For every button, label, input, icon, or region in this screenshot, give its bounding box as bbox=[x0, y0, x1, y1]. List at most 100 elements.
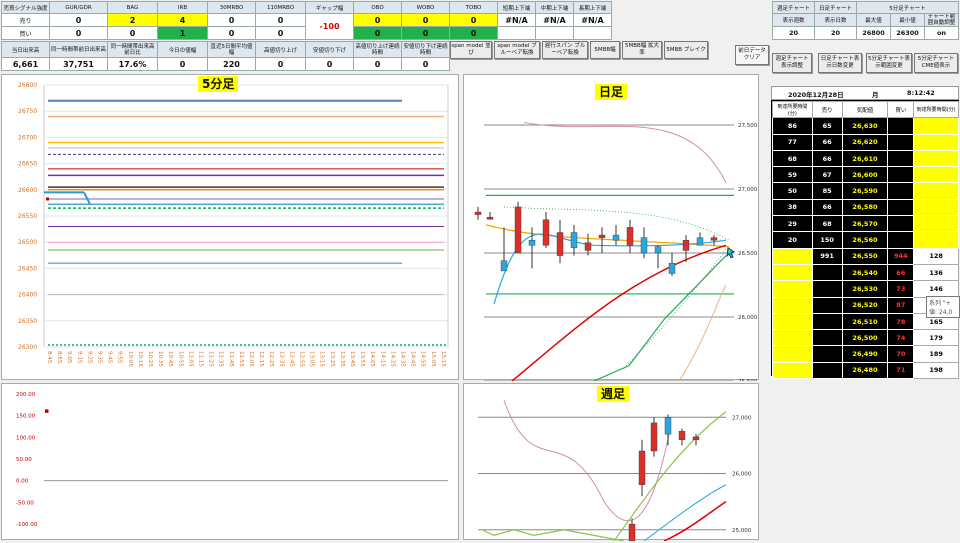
header-cell: 直近5日間平均値幅 bbox=[207, 41, 256, 58]
bb-width-expansion-button[interactable]: 5MBB幅 拡大率 bbox=[622, 41, 662, 59]
header-cell: チャート範囲自動調整 bbox=[924, 13, 959, 27]
orderbook-cell: 66 bbox=[887, 263, 915, 282]
header-cell: BAG bbox=[107, 1, 158, 14]
daily-days-button[interactable]: 日足チャート表示日数変更 bbox=[818, 53, 862, 73]
orderbook-cell bbox=[913, 182, 959, 200]
candle-body bbox=[692, 436, 700, 440]
header-cell: 週足チャート bbox=[772, 1, 815, 14]
row-label: 買い bbox=[1, 26, 50, 40]
days-input[interactable]: 20 bbox=[814, 26, 857, 40]
header-cell: 同一時間帯出来高前日比 bbox=[107, 41, 158, 58]
value-cell: 17.6% bbox=[107, 57, 158, 71]
x-tick-label: 9:35 bbox=[97, 351, 103, 364]
y-tick-label: 26700 bbox=[18, 134, 37, 141]
orderbook-cell: 189 bbox=[913, 345, 959, 363]
orderbook-cell bbox=[772, 361, 813, 380]
orderbook-cell: 29 bbox=[772, 215, 813, 233]
weekly-adjust-button[interactable]: 週足チャート表示調整 bbox=[772, 53, 812, 73]
x-tick-label: 9:15 bbox=[76, 351, 82, 364]
value-cell bbox=[573, 26, 612, 40]
orderbook-cell: 87 bbox=[887, 296, 915, 314]
orderbook-cell bbox=[811, 263, 843, 282]
header-cell: 110MRBO bbox=[255, 1, 306, 14]
orderbook-cell bbox=[772, 296, 813, 314]
value-cell: #N/A bbox=[497, 13, 536, 27]
orderbook-row: 50 85 26,590 bbox=[772, 182, 959, 200]
value-cell: 0 bbox=[401, 13, 450, 27]
candle-body bbox=[500, 260, 508, 272]
orderbook-cell: 944 bbox=[887, 247, 915, 265]
value-cell: 0 bbox=[49, 26, 108, 40]
x-tick-label: 14:25 bbox=[389, 351, 395, 367]
volume-table: 当日出来高 同一時間帯前日出来高 同一時間帯出来高前日比 今日の値幅 直近5日間… bbox=[1, 41, 450, 71]
x-tick-label: 12:45 bbox=[288, 351, 294, 367]
clear-data-button[interactable]: 前日データクリア bbox=[735, 45, 769, 65]
header-cell: 同一時間帯前日出来高 bbox=[49, 41, 108, 58]
orderbook-cell bbox=[811, 345, 843, 363]
min-input[interactable]: 26300 bbox=[890, 26, 925, 40]
bb-upper-line bbox=[523, 121, 727, 183]
candle-body bbox=[474, 211, 482, 215]
x-tick-label: 15:05 bbox=[430, 351, 436, 367]
value-cell: 2 bbox=[107, 13, 158, 27]
orderbook-cell: 26,630 bbox=[841, 117, 889, 135]
orderbook-cell bbox=[913, 166, 959, 184]
orderbook-cell bbox=[772, 280, 813, 298]
orderbook-row: 26,500 74 179 bbox=[772, 329, 959, 347]
x-tick-label: 14:05 bbox=[369, 351, 375, 367]
x-tick-label: 14:35 bbox=[400, 351, 406, 367]
orderbook-cell: 26,610 bbox=[841, 149, 889, 168]
5min-range-button[interactable]: 5分足チャート表示範囲変更 bbox=[866, 53, 912, 73]
orderbook-row: 991 26,550 944 128 bbox=[772, 247, 959, 265]
value-cell: 37,751 bbox=[49, 57, 108, 71]
value-cell: #N/A bbox=[573, 13, 612, 27]
lagging-line bbox=[593, 255, 727, 382]
header-cell: 安値切り下げ連続時間 bbox=[401, 41, 450, 58]
y-tick-label: 27,500 bbox=[738, 123, 758, 129]
trend-line bbox=[663, 500, 727, 542]
orderbook-cell: 26,590 bbox=[841, 182, 889, 200]
header-cell: 売買シグナル強度 bbox=[1, 1, 50, 14]
header-cell: 安値切り下げ bbox=[305, 41, 354, 58]
y-tick-label: 26350 bbox=[18, 318, 37, 325]
value-cell: 6,661 bbox=[1, 57, 50, 71]
5min-cme-button[interactable]: 5分足チャートCME値表示 bbox=[914, 53, 958, 73]
gap-value: -100 bbox=[305, 13, 354, 40]
candle-body bbox=[612, 234, 620, 241]
5min-chart-panel: 26800 26750 26700 26650 26600 26550 26500 26450… bbox=[1, 74, 459, 380]
weeks-input[interactable]: 20 bbox=[772, 26, 815, 40]
orderbook-cell: 26,600 bbox=[841, 166, 889, 184]
orderbook-cell: 146 bbox=[913, 280, 959, 298]
auto-adjust-input[interactable]: on bbox=[924, 26, 959, 40]
orderbook-cell bbox=[772, 263, 813, 282]
bb-width-button[interactable]: 5MBB幅 bbox=[590, 41, 620, 59]
orderbook-cell: 198 bbox=[913, 361, 959, 380]
candle-body bbox=[570, 232, 578, 249]
orderbook-cell bbox=[772, 247, 813, 265]
max-input[interactable]: 26800 bbox=[856, 26, 891, 40]
span-model-reversal-button[interactable]: span model ブルーベア転換 bbox=[494, 41, 540, 59]
bb-lower2-line bbox=[678, 284, 727, 382]
orderbook-cell: 20 bbox=[772, 231, 813, 249]
daily-chart-title: 日足 bbox=[595, 84, 628, 100]
x-tick-label: 9:45 bbox=[107, 351, 113, 364]
orderbook-table: 到達所要時間(分) 売り 気配値 買い 到達所要時間(分) 86 65 26,630… bbox=[772, 100, 959, 380]
x-tick-label: 13:05 bbox=[309, 351, 315, 367]
header-cell: 高値切り上げ連続時間 bbox=[353, 41, 402, 58]
lagging-span-reversal-button[interactable]: 遅行スパン ブルーベア転換 bbox=[542, 41, 588, 59]
bb-break-button[interactable]: 5MBB ブレイク bbox=[664, 41, 708, 59]
orderbook-cell: 26,490 bbox=[841, 345, 889, 363]
span-model-order-button[interactable]: span model 並び bbox=[450, 41, 492, 59]
orderbook-cell: 78 bbox=[887, 312, 915, 331]
header-cell: 5分足チャート bbox=[856, 1, 959, 14]
orderbook-cell bbox=[887, 231, 915, 249]
orderbook-cell: 65 bbox=[811, 117, 843, 135]
orderbook-cell: 150 bbox=[811, 231, 843, 249]
y-tick-label: 27,000 bbox=[732, 415, 752, 421]
x-tick-label: 12:05 bbox=[248, 351, 254, 367]
value-cell: 0 bbox=[157, 57, 208, 71]
orderbook-cell: 128 bbox=[913, 247, 959, 265]
header-cell: GUR/GDR bbox=[49, 1, 108, 14]
candle-body bbox=[650, 422, 658, 452]
y-tick-label: -50.00 bbox=[16, 500, 34, 506]
